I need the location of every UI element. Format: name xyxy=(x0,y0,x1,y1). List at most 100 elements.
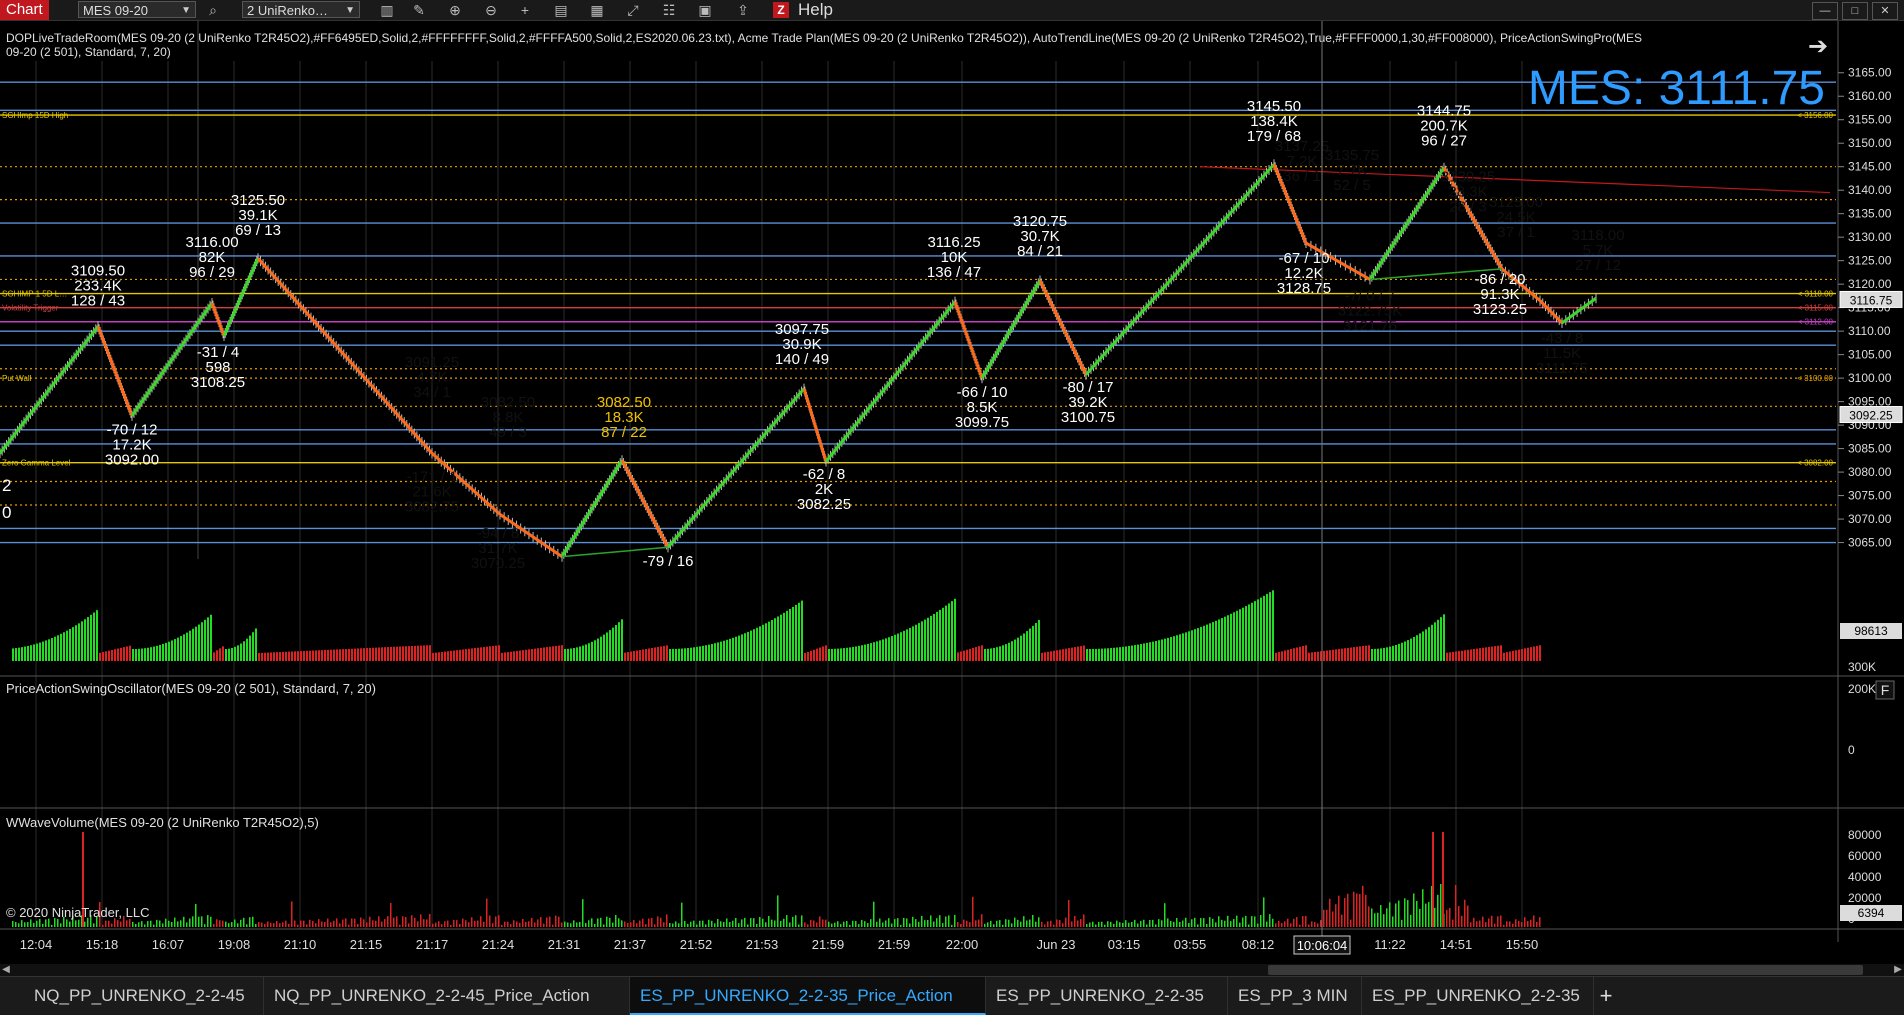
oscillator-bar-down xyxy=(477,647,479,661)
oscillator-bar-up xyxy=(246,638,248,661)
swing-label: 37 / 1 xyxy=(1497,224,1535,241)
tab-es-pp-unrenko-2-2-35[interactable]: ES_PP_UNRENKO_2-2-35 xyxy=(986,977,1228,1015)
oscillator-bar-up xyxy=(1269,592,1271,661)
instrument-selector[interactable]: MES 09-20 ▼ xyxy=(78,1,196,18)
oscillator-bar-down xyxy=(1299,646,1301,661)
swing-label: 34 / 1 xyxy=(413,384,451,401)
zoom-out-icon[interactable]: ⊖ xyxy=(482,1,500,19)
oscillator-bar-down xyxy=(222,646,224,661)
oscillator-bar-down xyxy=(639,650,641,661)
oscillator-bar-up xyxy=(1191,630,1193,661)
help-menu[interactable]: Help xyxy=(798,0,833,20)
tab-es-pp-unrenko-2-2-35-b[interactable]: ES_PP_UNRENKO_2-2-35 xyxy=(1362,977,1594,1015)
oscillator-bar-down xyxy=(360,648,362,661)
volume-bar-up xyxy=(1038,917,1040,927)
oscillator-f-badge[interactable]: F xyxy=(1881,682,1890,698)
oscillator-bar-up xyxy=(564,648,566,661)
oscillator-bar-up xyxy=(849,647,851,661)
volume-bar-up xyxy=(1164,903,1166,927)
scroll-left-icon[interactable]: ◀ xyxy=(0,964,12,976)
volume-bar-down xyxy=(957,922,959,927)
volume-bar-up xyxy=(168,920,170,927)
volume-bar-down xyxy=(1341,914,1343,927)
swing-label: 3111.75 xyxy=(1536,360,1588,377)
oscillator-bar-up xyxy=(582,645,584,661)
bars-icon[interactable]: ▥ xyxy=(378,1,396,19)
scroll-right-icon[interactable]: ▶ xyxy=(1892,964,1904,976)
oscillator-bar-down xyxy=(1347,647,1349,661)
oscillator-bar-down xyxy=(1278,652,1280,661)
scrollbar-thumb[interactable] xyxy=(1268,965,1863,975)
oscillator-bar-up xyxy=(39,642,41,661)
volume-bar-down xyxy=(498,915,500,927)
oscillator-bar-up xyxy=(1419,633,1421,661)
share-icon[interactable]: ⇪ xyxy=(734,1,752,19)
volume-bar-down xyxy=(513,920,515,927)
oscillator-bar-up xyxy=(585,644,587,661)
big-price-label: MES: 3111.75 xyxy=(1528,62,1825,115)
search-icon[interactable]: ⌕ xyxy=(204,1,222,19)
volume-bar-up xyxy=(894,919,896,927)
chart-menu-button[interactable]: Chart xyxy=(0,0,49,20)
volume-bar-down xyxy=(1485,922,1487,927)
volume-bar-up xyxy=(201,916,203,927)
volume-bar-down xyxy=(660,917,662,927)
close-icon[interactable]: ✕ xyxy=(1872,2,1898,20)
oscillator-bar-up xyxy=(801,600,803,661)
maximize-icon[interactable]: □ xyxy=(1842,2,1868,20)
oscillator-bar-up xyxy=(696,646,698,661)
oscillator-bar-up xyxy=(1014,639,1016,661)
volume-bar-down xyxy=(651,917,653,927)
oscillator-bar-down xyxy=(1329,650,1331,661)
add-tab-button[interactable]: + xyxy=(1594,977,1618,1015)
volume-bar-up xyxy=(36,920,38,927)
oscillator-bar-up xyxy=(783,612,785,661)
oscillator-bar-down xyxy=(336,649,338,661)
oscillator-bar-down xyxy=(555,645,557,661)
volume-bar-up xyxy=(777,895,779,927)
crosshair-icon[interactable]: + xyxy=(516,1,534,19)
volume-bar-up xyxy=(1206,924,1208,927)
data-box-icon[interactable]: ▤ xyxy=(552,1,570,19)
oscillator-bar-up xyxy=(1212,622,1214,661)
tab-es-pp-unrenko-price-action[interactable]: ES_PP_UNRENKO_2-2-35_Price_Action xyxy=(630,977,986,1015)
tab-es-pp-3-min[interactable]: ES_PP_3 MIN xyxy=(1228,977,1362,1015)
oscillator-bar-down xyxy=(384,647,386,661)
snapshot-icon[interactable]: ▣ xyxy=(696,1,714,19)
oscillator-bar-down xyxy=(1470,649,1472,661)
volume-bar-up xyxy=(1182,920,1184,927)
properties-icon[interactable]: ☷ xyxy=(660,1,678,19)
tab-nq-pp-unrenko-price-action[interactable]: NQ_PP_UNRENKO_2-2-45_Price_Action xyxy=(264,977,630,1015)
oscillator-bar-down xyxy=(1350,647,1352,661)
strategy-icon[interactable]: ⤢ xyxy=(624,1,642,19)
axis-tick-label: 3110.00 xyxy=(1848,324,1891,338)
oscillator-bar-up xyxy=(768,621,770,661)
oscillator-bar-up xyxy=(1005,644,1007,661)
volume-bar-down xyxy=(639,920,641,927)
volume-bar-down xyxy=(1080,919,1082,927)
volume-bar-down xyxy=(501,924,503,927)
volume-bar-up xyxy=(852,920,854,927)
horizontal-scrollbar[interactable]: ◀ ▶ xyxy=(0,964,1904,976)
oscillator-bar-down xyxy=(507,652,509,661)
tab-nq-pp-unrenko-2-2-45[interactable]: NQ_PP_UNRENKO_2-2-45 xyxy=(24,977,264,1015)
volume-bar-up xyxy=(795,915,797,927)
minimize-icon[interactable]: — xyxy=(1812,2,1838,20)
oscillator-bar-up xyxy=(1170,637,1172,661)
chart-area[interactable]: 3109.50233.4K128 / 43-70 / 1217.2K3092.0… xyxy=(0,21,1904,964)
draw-pencil-icon[interactable]: ✎ xyxy=(410,1,428,19)
oscillator-bar-up xyxy=(603,634,605,661)
indicators-icon[interactable]: ▦ xyxy=(588,1,606,19)
volume-bar-down xyxy=(1296,917,1298,927)
volume-bar-down xyxy=(414,917,416,927)
arrow-right-icon[interactable]: ➔ xyxy=(1808,32,1828,60)
bars-type-selector[interactable]: 2 UniRenko… ▼ xyxy=(242,1,360,18)
zoom-in-icon[interactable]: ⊕ xyxy=(446,1,464,19)
oscillator-bar-down xyxy=(552,646,554,661)
oscillator-bar-down xyxy=(549,646,551,661)
oscillator-bar-down xyxy=(498,645,500,661)
oscillator-bar-down xyxy=(558,645,560,661)
volume-bar-up xyxy=(717,919,719,927)
volume-bar-up xyxy=(51,924,53,927)
volume-bar-down xyxy=(1332,911,1334,927)
